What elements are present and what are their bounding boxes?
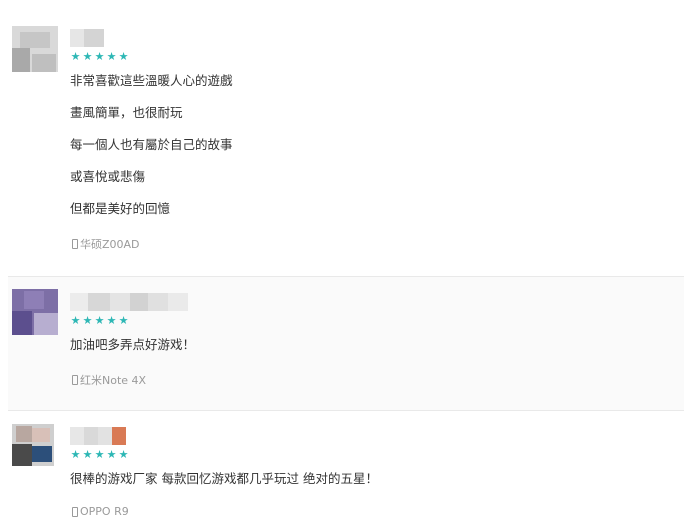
review-text-line: 或喜悅或悲傷 (70, 169, 146, 184)
review-card: ★ ★ ★ ★ ★ 很棒的游戏厂家 每款回忆游戏都几乎玩过 绝对的五星！ OPP… (8, 411, 684, 518)
device-name: OPPO R9 (80, 505, 129, 518)
review-text-line: 每一個人也有屬於自己的故事 (70, 137, 233, 152)
star-icon: ★ (118, 314, 129, 327)
username-blurred (70, 29, 104, 47)
review-text-line: 畫風簡單，也很耐玩 (70, 105, 183, 120)
star-icon: ★ (70, 448, 81, 461)
phone-icon (72, 375, 78, 385)
star-rating: ★ ★ ★ ★ ★ (70, 51, 129, 63)
device-info: 红米Note 4X (72, 372, 146, 388)
phone-icon (72, 506, 78, 517)
avatar[interactable] (12, 26, 58, 72)
username-blurred (70, 427, 126, 445)
star-icon: ★ (82, 314, 93, 327)
star-icon: ★ (106, 50, 117, 63)
star-rating: ★ ★ ★ ★ ★ (70, 315, 129, 327)
phone-icon (72, 239, 78, 249)
star-icon: ★ (82, 448, 93, 461)
star-icon: ★ (106, 314, 117, 327)
review-card: ★ ★ ★ ★ ★ 非常喜歡這些溫暖人心的遊戲 畫風簡單，也很耐玩 每一個人也有… (8, 0, 684, 276)
star-icon: ★ (106, 448, 117, 461)
star-icon: ★ (118, 50, 129, 63)
star-icon: ★ (94, 448, 105, 461)
star-icon: ★ (118, 448, 129, 461)
review-text-line: 非常喜歡這些溫暖人心的遊戲 (70, 73, 233, 88)
star-icon: ★ (70, 314, 81, 327)
device-name: 华硕Z00AD (80, 238, 140, 251)
device-info: 华硕Z00AD (72, 236, 140, 252)
star-icon: ★ (94, 314, 105, 327)
star-icon: ★ (70, 50, 81, 63)
star-icon: ★ (82, 50, 93, 63)
review-text-line: 加油吧多弄点好游戏！ (70, 337, 196, 352)
username-blurred (70, 293, 188, 311)
device-name: 红米Note 4X (80, 374, 147, 387)
review-card: ★ ★ ★ ★ ★ 加油吧多弄点好游戏！ 红米Note 4X (8, 277, 684, 410)
avatar[interactable] (12, 289, 58, 335)
star-rating: ★ ★ ★ ★ ★ (70, 449, 129, 461)
review-text-line: 但都是美好的回憶 (70, 201, 171, 216)
star-icon: ★ (94, 50, 105, 63)
device-info: OPPO R9 (72, 505, 129, 518)
review-text-line: 很棒的游戏厂家 每款回忆游戏都几乎玩过 绝对的五星！ (70, 471, 378, 486)
avatar[interactable] (12, 424, 54, 466)
